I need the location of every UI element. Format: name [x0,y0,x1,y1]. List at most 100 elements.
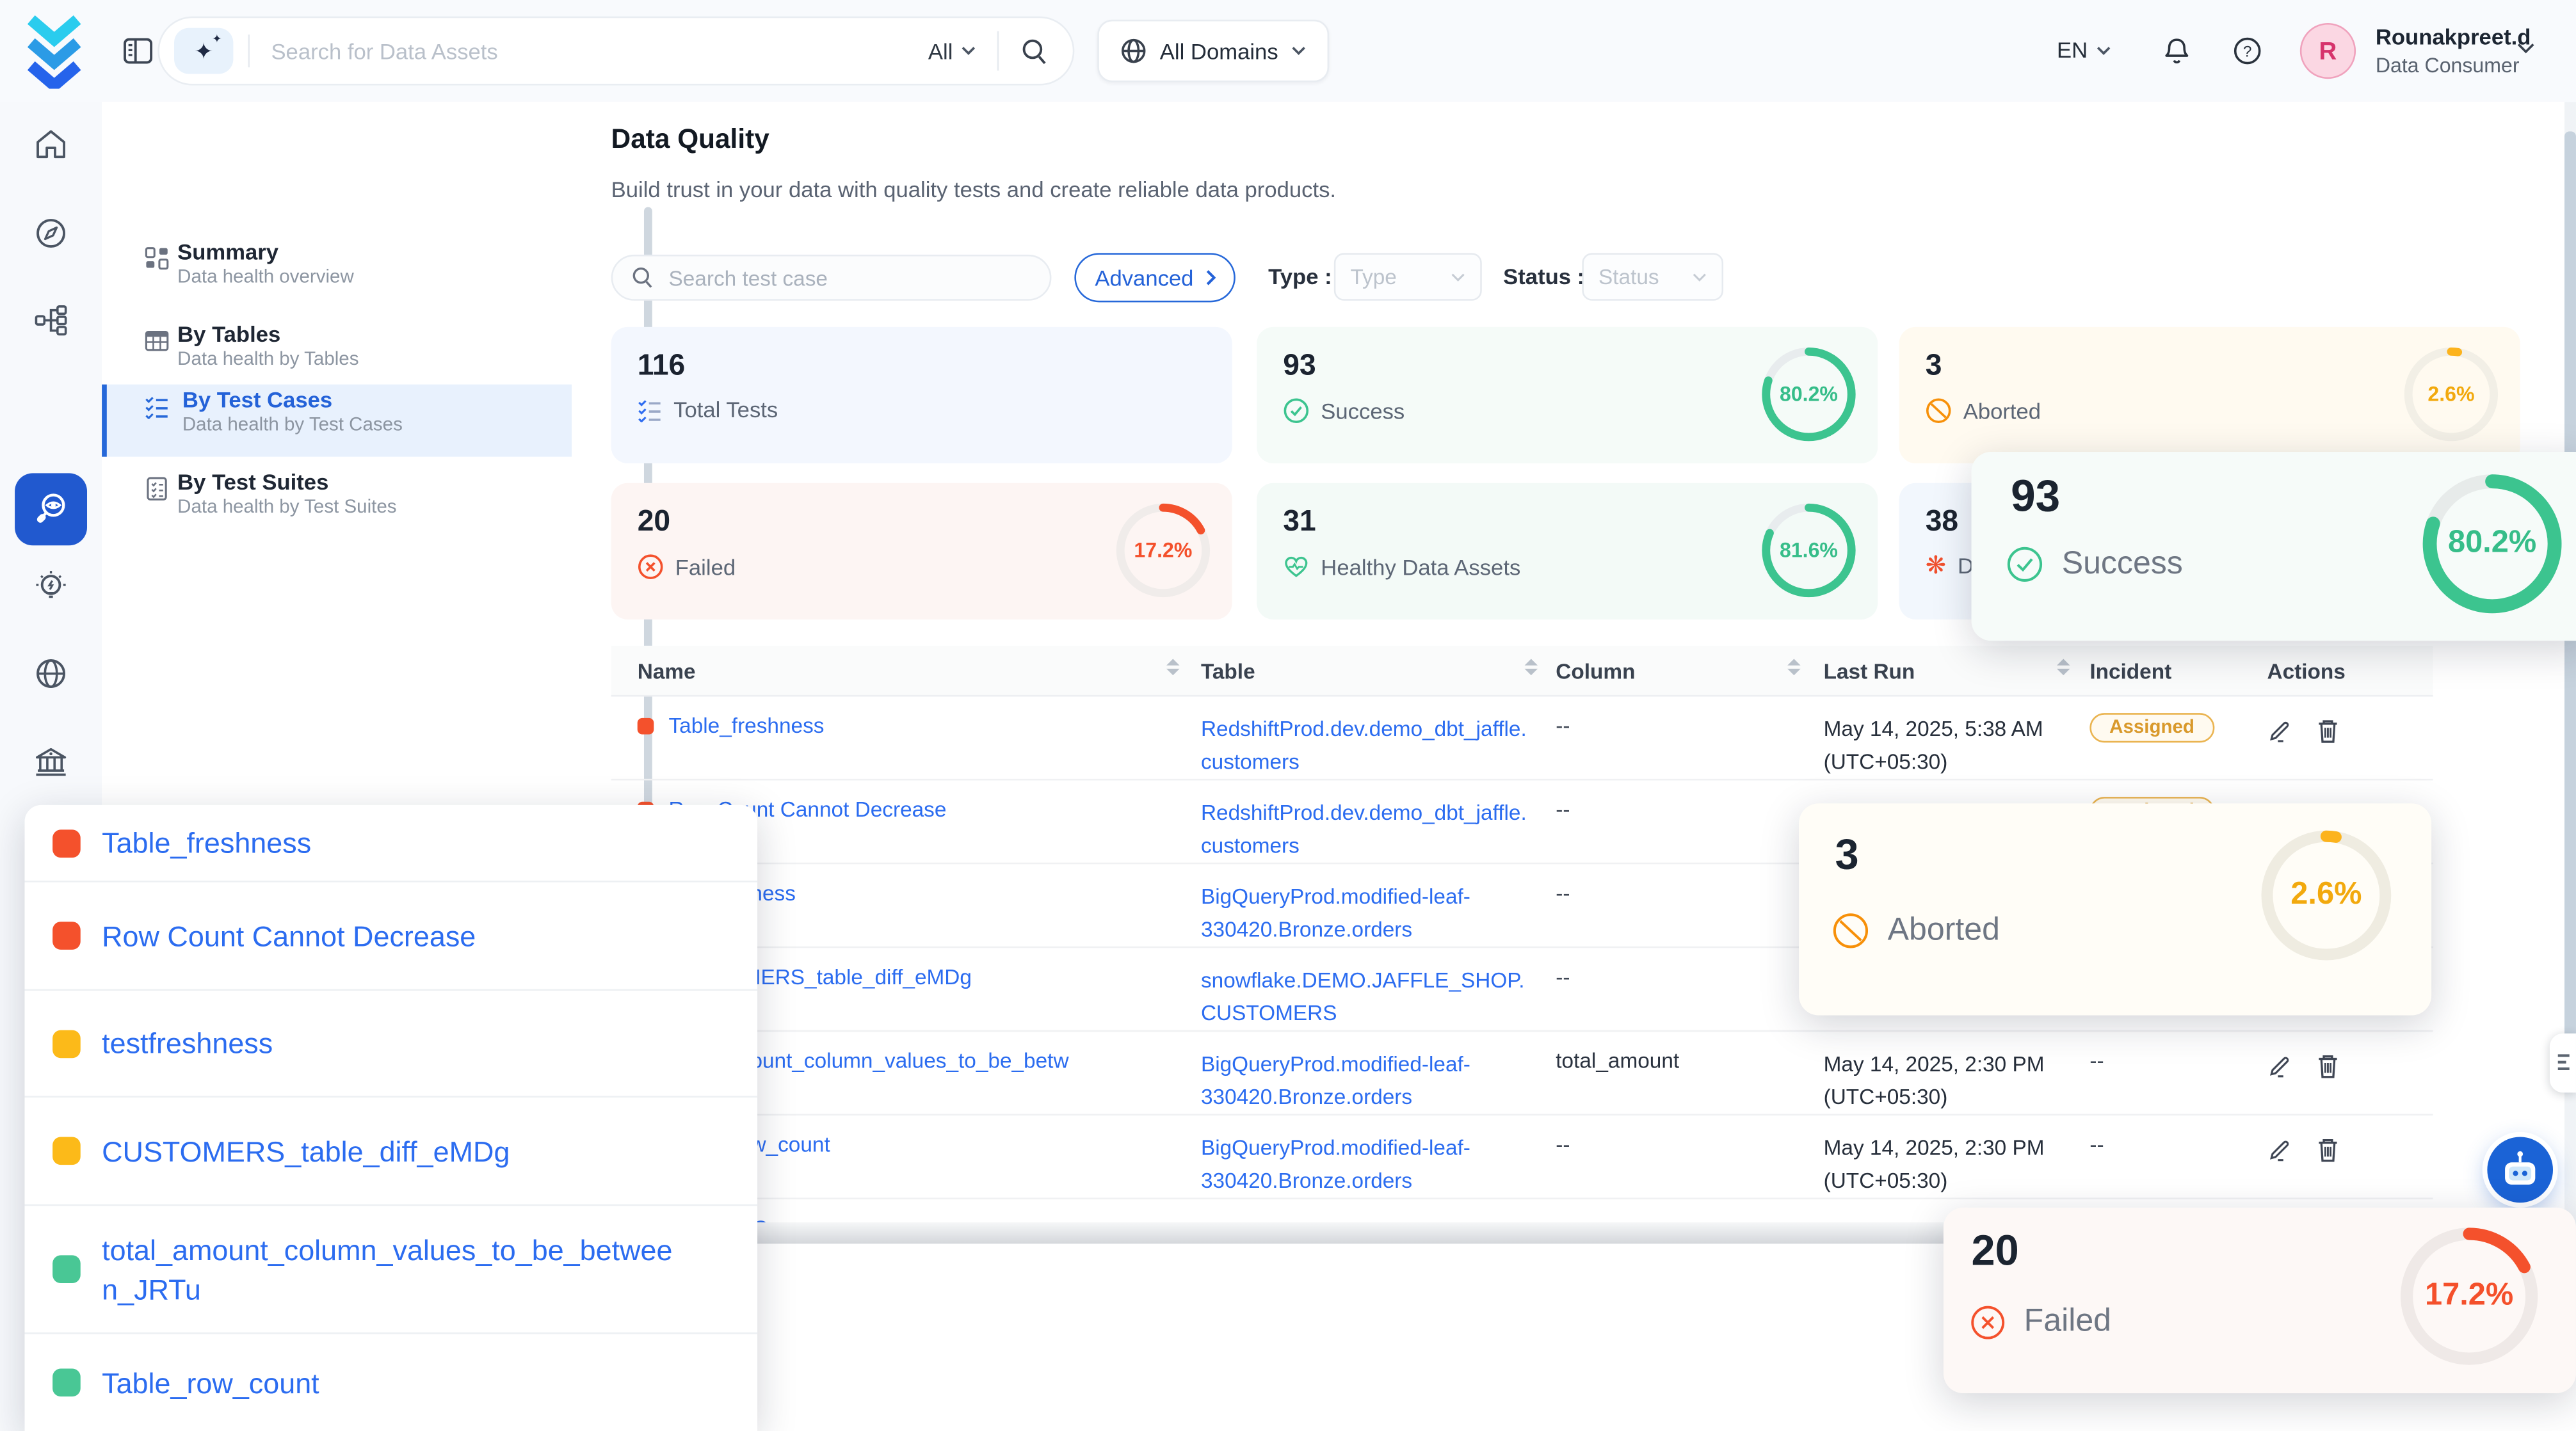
status-square-icon [52,1255,81,1283]
home-icon[interactable] [33,127,68,163]
success-donut-large: 80.2% [2420,472,2564,616]
stat-card-total-tests[interactable]: 116 Total Tests [611,327,1232,463]
status-filter-select[interactable]: Status [1582,253,1723,300]
user-menu-chevron-icon[interactable] [2517,43,2535,54]
status-square-icon [52,1029,81,1057]
column-cell: -- [1556,1132,1570,1157]
app-root: ✦ ✦ Search for Data Assets All All Do [0,0,2576,1431]
failed-donut: 17.2% [1116,503,1211,598]
search-icon[interactable] [1020,37,1049,65]
row-actions [2267,1137,2339,1163]
panel-handle-icon [2556,1053,2571,1073]
page-subtitle: Build trust in your data with quality te… [611,177,1336,202]
edit-icon[interactable] [2267,1137,2291,1163]
delete-icon[interactable] [2316,1137,2339,1163]
test-case-link[interactable]: Table_row_count [102,1363,680,1402]
test-case-link[interactable]: Table_freshness [102,823,680,863]
sidebar-toggle-icon[interactable] [122,35,154,67]
stat-card-success[interactable]: 93 Success 80.2% [1257,327,1878,463]
table-row: Table_freshness RedshiftProd.dev.demo_db… [611,696,2433,780]
global-search-input[interactable]: ✦ ✦ Search for Data Assets All [157,17,1074,86]
table-link[interactable]: snowflake.DEMO.JAFFLE_SHOP.CUSTOMERS [1201,968,1525,1025]
status-filter-label: Status : [1503,264,1584,289]
edit-icon[interactable] [2267,718,2291,744]
openmetadata-logo-icon[interactable] [21,13,87,89]
test-suites-doc-icon [145,476,169,501]
aborted-slash-icon [1831,912,1869,950]
search-icon [631,266,654,289]
list-item[interactable]: Table_freshness [24,805,757,883]
test-case-link[interactable]: CUSTOMERS_table_diff_eMDg [102,1131,680,1171]
row-actions [2267,718,2339,744]
test-case-link[interactable]: Row Count Cannot Decrease [102,916,680,955]
data-quality-observability-icon [31,490,71,529]
delete-icon[interactable] [2316,718,2339,744]
column-cell: -- [1556,881,1570,906]
test-case-link[interactable]: testfreshness [102,1023,680,1063]
failed-donut-large: 17.2% [2397,1224,2541,1369]
sort-column[interactable] [1787,659,1801,675]
status-square-icon [52,922,81,950]
aborted-donut: 2.6% [2403,347,2499,442]
status-square-icon [52,1137,81,1165]
test-case-link[interactable]: total_amount_column_values_to_be_between… [102,1230,680,1309]
domains-dropdown[interactable]: All Domains [1097,20,1329,83]
incident-badge[interactable]: Assigned [2089,713,2214,742]
type-filter-select[interactable]: Type [1334,253,1482,300]
side-panel-handle[interactable] [2550,1034,2576,1092]
healthy-donut: 81.6% [1761,503,1856,598]
stat-card-healthy-data-assets[interactable]: 31 Healthy Data Assets 81.6% [1257,483,1878,620]
list-item[interactable]: Row Count Cannot Decrease [24,883,757,991]
list-item[interactable]: Table_row_count [24,1334,757,1431]
chevron-down-icon [1692,272,1707,282]
language-dropdown[interactable]: EN [2057,38,2111,63]
rail-item-data-quality-active[interactable] [15,473,87,545]
insights-bulb-icon[interactable] [33,568,68,604]
help-icon[interactable]: ? [2233,36,2262,65]
govern-bank-icon[interactable] [33,744,68,780]
robot-icon [2499,1148,2541,1191]
sidebar-item-summary[interactable]: Summary Data health overview [102,237,572,309]
table-link[interactable]: BigQueryProd.modified-leaf-330420.Bronze… [1201,1051,1470,1109]
table-link[interactable]: RedshiftProd.dev.demo_dbt_jaffle.custome… [1201,800,1527,858]
success-check-icon [1283,397,1309,424]
test-case-search-input[interactable]: Search test case [611,255,1052,301]
failed-x-icon [1970,1304,2006,1339]
table-link[interactable]: BigQueryProd.modified-leaf-330420.Bronze… [1201,1135,1470,1193]
advanced-filter-button[interactable]: Advanced [1074,253,1235,302]
list-item[interactable]: total_amount_column_values_to_be_between… [24,1206,757,1334]
search-scope-dropdown[interactable]: All [928,38,976,63]
type-filter-label: Type : [1268,264,1332,289]
test-case-link[interactable]: Table_freshness [668,713,824,738]
sidebar-item-by-test-cases[interactable]: By Test Cases Data health by Test Cases [102,385,572,457]
sidebar-item-by-tables[interactable]: By Tables Data health by Tables [102,319,572,391]
sort-last-run[interactable] [2057,659,2070,675]
ai-assistant-button[interactable] [2487,1137,2553,1203]
chevron-down-icon [1291,46,1306,56]
table-link[interactable]: BigQueryProd.modified-leaf-330420.Bronze… [1201,884,1470,941]
list-item[interactable]: testfreshness [24,991,757,1098]
explore-compass-icon[interactable] [33,215,68,251]
delete-icon[interactable] [2316,1053,2339,1080]
ai-sparkle-button[interactable]: ✦ ✦ [174,28,233,74]
sort-name[interactable] [1166,659,1180,675]
test-cases-checklist-icon [145,394,169,419]
divider [997,31,999,71]
column-cell: -- [1556,797,1570,822]
lineage-flow-icon[interactable] [33,302,68,338]
success-check-icon [2006,545,2043,583]
table-link[interactable]: RedshiftProd.dev.demo_dbt_jaffle.custome… [1201,716,1527,774]
status-square-icon [52,1368,81,1396]
sidebar-item-by-test-suites[interactable]: By Test Suites Data health by Test Suite… [102,467,572,539]
edit-icon[interactable] [2267,1053,2291,1080]
stat-card-aborted[interactable]: 3 Aborted 2.6% [1899,327,2520,463]
list-item[interactable]: CUSTOMERS_table_diff_eMDg [24,1098,757,1206]
domains-globe-icon[interactable] [33,655,68,691]
sort-table[interactable] [1525,659,1538,675]
chevron-down-icon [1451,272,1465,282]
user-avatar[interactable]: R [2300,23,2356,79]
horizontal-scrollbar[interactable] [748,1222,1944,1243]
notifications-bell-icon[interactable] [2162,36,2191,65]
incident-cell: -- [2089,1132,2104,1157]
stat-card-failed[interactable]: 20 Failed 17.2% [611,483,1232,620]
